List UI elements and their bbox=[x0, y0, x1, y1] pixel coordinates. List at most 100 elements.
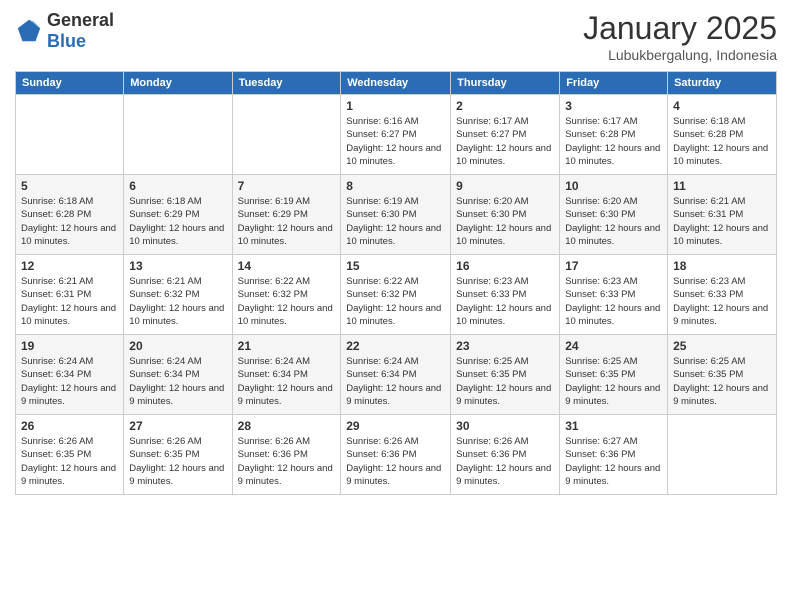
day-number: 10 bbox=[565, 179, 662, 193]
day-number: 12 bbox=[21, 259, 118, 273]
day-info: Sunrise: 6:26 AMSunset: 6:36 PMDaylight:… bbox=[238, 435, 336, 488]
week-row-4: 19Sunrise: 6:24 AMSunset: 6:34 PMDayligh… bbox=[16, 335, 777, 415]
day-cell: 14Sunrise: 6:22 AMSunset: 6:32 PMDayligh… bbox=[232, 255, 341, 335]
day-info: Sunrise: 6:26 AMSunset: 6:36 PMDaylight:… bbox=[346, 435, 445, 488]
day-cell: 1 Sunrise: 6:16 AMSunset: 6:27 PMDaylight… bbox=[341, 95, 451, 175]
day-number: 2 bbox=[456, 99, 554, 113]
day-number: 26 bbox=[21, 419, 118, 433]
week-row-5: 26 Sunrise: 6:26 AMSunset: 6:35 PMDayligh… bbox=[16, 415, 777, 495]
day-cell: 12 Sunrise: 6:21 AMSunset: 6:31 PMDayligh… bbox=[16, 255, 124, 335]
day-cell: 5Sunrise: 6:18 AMSunset: 6:28 PMDaylight… bbox=[16, 175, 124, 255]
day-number: 9 bbox=[456, 179, 554, 193]
day-cell: 21 Sunrise: 6:24 AMSunset: 6:34 PMDayligh… bbox=[232, 335, 341, 415]
day-cell: 27 Sunrise: 6:26 AMSunset: 6:35 PMDayligh… bbox=[124, 415, 232, 495]
day-cell: 9 Sunrise: 6:20 AMSunset: 6:30 PMDaylight… bbox=[451, 175, 560, 255]
day-cell: 7Sunrise: 6:19 AMSunset: 6:29 PMDaylight… bbox=[232, 175, 341, 255]
day-cell: 17 Sunrise: 6:23 AMSunset: 6:33 PMDayligh… bbox=[560, 255, 668, 335]
day-cell bbox=[16, 95, 124, 175]
day-number: 13 bbox=[129, 259, 226, 273]
day-info: Sunrise: 6:27 AMSunset: 6:36 PMDaylight:… bbox=[565, 435, 662, 488]
day-number: 11 bbox=[673, 179, 771, 193]
day-number: 20 bbox=[129, 339, 226, 353]
day-cell bbox=[668, 415, 777, 495]
calendar-table: SundayMondayTuesdayWednesdayThursdayFrid… bbox=[15, 71, 777, 495]
day-number: 23 bbox=[456, 339, 554, 353]
day-number: 1 bbox=[346, 99, 445, 113]
day-info: Sunrise: 6:26 AMSunset: 6:35 PMDaylight:… bbox=[21, 435, 118, 488]
month-title: January 2025 bbox=[583, 10, 777, 47]
day-cell: 15 Sunrise: 6:22 AMSunset: 6:32 PMDayligh… bbox=[341, 255, 451, 335]
day-info: Sunrise: 6:25 AMSunset: 6:35 PMDaylight:… bbox=[565, 355, 662, 408]
day-info: Sunrise: 6:24 AMSunset: 6:34 PMDaylight:… bbox=[238, 355, 336, 408]
weekday-header-friday: Friday bbox=[560, 72, 668, 95]
day-cell: 29 Sunrise: 6:26 AMSunset: 6:36 PMDayligh… bbox=[341, 415, 451, 495]
day-number: 24 bbox=[565, 339, 662, 353]
week-row-1: 1 Sunrise: 6:16 AMSunset: 6:27 PMDaylight… bbox=[16, 95, 777, 175]
day-cell: 2Sunrise: 6:17 AMSunset: 6:27 PMDaylight… bbox=[451, 95, 560, 175]
day-cell: 31Sunrise: 6:27 AMSunset: 6:36 PMDayligh… bbox=[560, 415, 668, 495]
day-cell: 3 Sunrise: 6:17 AMSunset: 6:28 PMDaylight… bbox=[560, 95, 668, 175]
day-info: Sunrise: 6:25 AMSunset: 6:35 PMDaylight:… bbox=[456, 355, 554, 408]
day-number: 17 bbox=[565, 259, 662, 273]
day-info: Sunrise: 6:18 AMSunset: 6:29 PMDaylight:… bbox=[129, 195, 226, 248]
day-info: Sunrise: 6:23 AMSunset: 6:33 PMDaylight:… bbox=[565, 275, 662, 328]
day-number: 18 bbox=[673, 259, 771, 273]
calendar-page: General Blue January 2025 Lubukbergalung… bbox=[0, 0, 792, 612]
day-cell: 10Sunrise: 6:20 AMSunset: 6:30 PMDayligh… bbox=[560, 175, 668, 255]
day-cell: 18 Sunrise: 6:23 AMSunset: 6:33 PMDayligh… bbox=[668, 255, 777, 335]
day-cell: 19Sunrise: 6:24 AMSunset: 6:34 PMDayligh… bbox=[16, 335, 124, 415]
header: General Blue January 2025 Lubukbergalung… bbox=[15, 10, 777, 63]
day-info: Sunrise: 6:18 AMSunset: 6:28 PMDaylight:… bbox=[21, 195, 118, 248]
day-info: Sunrise: 6:23 AMSunset: 6:33 PMDaylight:… bbox=[456, 275, 554, 328]
day-cell: 13 Sunrise: 6:21 AMSunset: 6:32 PMDayligh… bbox=[124, 255, 232, 335]
weekday-header-monday: Monday bbox=[124, 72, 232, 95]
day-info: Sunrise: 6:26 AMSunset: 6:36 PMDaylight:… bbox=[456, 435, 554, 488]
logo-general: General bbox=[47, 10, 114, 30]
day-number: 30 bbox=[456, 419, 554, 433]
day-number: 25 bbox=[673, 339, 771, 353]
day-cell: 4Sunrise: 6:18 AMSunset: 6:28 PMDaylight… bbox=[668, 95, 777, 175]
week-row-2: 5Sunrise: 6:18 AMSunset: 6:28 PMDaylight… bbox=[16, 175, 777, 255]
day-info: Sunrise: 6:24 AMSunset: 6:34 PMDaylight:… bbox=[346, 355, 445, 408]
weekday-header-row: SundayMondayTuesdayWednesdayThursdayFrid… bbox=[16, 72, 777, 95]
day-info: Sunrise: 6:21 AMSunset: 6:31 PMDaylight:… bbox=[21, 275, 118, 328]
day-info: Sunrise: 6:16 AMSunset: 6:27 PMDaylight:… bbox=[346, 115, 445, 168]
day-number: 16 bbox=[456, 259, 554, 273]
day-info: Sunrise: 6:21 AMSunset: 6:31 PMDaylight:… bbox=[673, 195, 771, 248]
weekday-header-sunday: Sunday bbox=[16, 72, 124, 95]
day-number: 22 bbox=[346, 339, 445, 353]
day-info: Sunrise: 6:24 AMSunset: 6:34 PMDaylight:… bbox=[129, 355, 226, 408]
day-number: 29 bbox=[346, 419, 445, 433]
weekday-header-saturday: Saturday bbox=[668, 72, 777, 95]
weekday-header-wednesday: Wednesday bbox=[341, 72, 451, 95]
day-cell: 22 Sunrise: 6:24 AMSunset: 6:34 PMDayligh… bbox=[341, 335, 451, 415]
day-cell bbox=[124, 95, 232, 175]
logo-icon bbox=[15, 17, 43, 45]
day-cell: 11 Sunrise: 6:21 AMSunset: 6:31 PMDayligh… bbox=[668, 175, 777, 255]
day-cell: 24 Sunrise: 6:25 AMSunset: 6:35 PMDayligh… bbox=[560, 335, 668, 415]
day-info: Sunrise: 6:17 AMSunset: 6:28 PMDaylight:… bbox=[565, 115, 662, 168]
day-info: Sunrise: 6:23 AMSunset: 6:33 PMDaylight:… bbox=[673, 275, 771, 328]
day-number: 14 bbox=[238, 259, 336, 273]
day-cell: 8Sunrise: 6:19 AMSunset: 6:30 PMDaylight… bbox=[341, 175, 451, 255]
day-number: 3 bbox=[565, 99, 662, 113]
day-info: Sunrise: 6:19 AMSunset: 6:29 PMDaylight:… bbox=[238, 195, 336, 248]
day-info: Sunrise: 6:22 AMSunset: 6:32 PMDaylight:… bbox=[346, 275, 445, 328]
day-cell: 16 Sunrise: 6:23 AMSunset: 6:33 PMDayligh… bbox=[451, 255, 560, 335]
day-cell: 23 Sunrise: 6:25 AMSunset: 6:35 PMDayligh… bbox=[451, 335, 560, 415]
day-info: Sunrise: 6:26 AMSunset: 6:35 PMDaylight:… bbox=[129, 435, 226, 488]
day-number: 15 bbox=[346, 259, 445, 273]
day-number: 27 bbox=[129, 419, 226, 433]
day-info: Sunrise: 6:19 AMSunset: 6:30 PMDaylight:… bbox=[346, 195, 445, 248]
day-info: Sunrise: 6:21 AMSunset: 6:32 PMDaylight:… bbox=[129, 275, 226, 328]
day-cell: 28Sunrise: 6:26 AMSunset: 6:36 PMDayligh… bbox=[232, 415, 341, 495]
week-row-3: 12 Sunrise: 6:21 AMSunset: 6:31 PMDayligh… bbox=[16, 255, 777, 335]
weekday-header-thursday: Thursday bbox=[451, 72, 560, 95]
day-number: 6 bbox=[129, 179, 226, 193]
day-number: 21 bbox=[238, 339, 336, 353]
day-info: Sunrise: 6:24 AMSunset: 6:34 PMDaylight:… bbox=[21, 355, 118, 408]
day-info: Sunrise: 6:20 AMSunset: 6:30 PMDaylight:… bbox=[456, 195, 554, 248]
day-cell: 25Sunrise: 6:25 AMSunset: 6:35 PMDayligh… bbox=[668, 335, 777, 415]
title-section: January 2025 Lubukbergalung, Indonesia bbox=[583, 10, 777, 63]
day-info: Sunrise: 6:18 AMSunset: 6:28 PMDaylight:… bbox=[673, 115, 771, 168]
